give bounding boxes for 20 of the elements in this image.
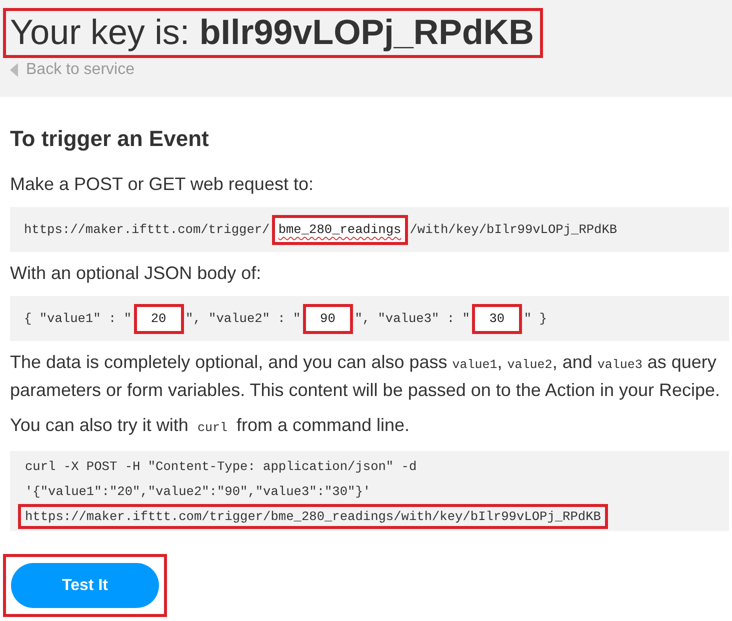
command-line-text: curl -X POST -H "Content-Type: application/json" -d: [24, 458, 418, 476]
instruction-text: With an optional JSON body of:: [10, 262, 262, 285]
json-text: " }: [524, 311, 547, 326]
value-field[interactable]: 20: [134, 304, 184, 334]
description-paragraph: The data is completely optional, and you can also pass value1, value2, and value3 as query parameters or form variables. This content will be passed on to the Action in your Recipe.: [10, 351, 722, 402]
section-heading: To trigger an Event: [10, 126, 210, 152]
url-text: /with/key/bIlr99vLOPj_RPdKB: [410, 222, 618, 237]
instruction-text: You can also try it with curl from a command line.: [10, 414, 411, 437]
json-text: { "value1" : ": [24, 311, 132, 326]
command-line-text: '{"value1":"20","value2":"90","value3":"30"}': [24, 482, 372, 500]
page-title: Your key is: bIlr99vLOPj_RPdKB: [3, 8, 543, 58]
json-text: ", "value3" : ": [354, 311, 470, 326]
url-text: https://maker.ifttt.com/trigger/: [24, 222, 270, 237]
caret-left-icon: [10, 63, 18, 77]
value-field[interactable]: 30: [472, 304, 522, 334]
json-text: ", "value2" : ": [186, 311, 301, 326]
event-name-field[interactable]: bme_280_readings: [272, 214, 408, 244]
instruction-text: Make a POST or GET web request to:: [10, 173, 314, 196]
command-line-text: https://maker.ifttt.com/trigger/bme_280_readings/with/key/bIlr99vLOPj_RPdKB: [18, 504, 608, 528]
value-field[interactable]: 90: [302, 304, 353, 334]
